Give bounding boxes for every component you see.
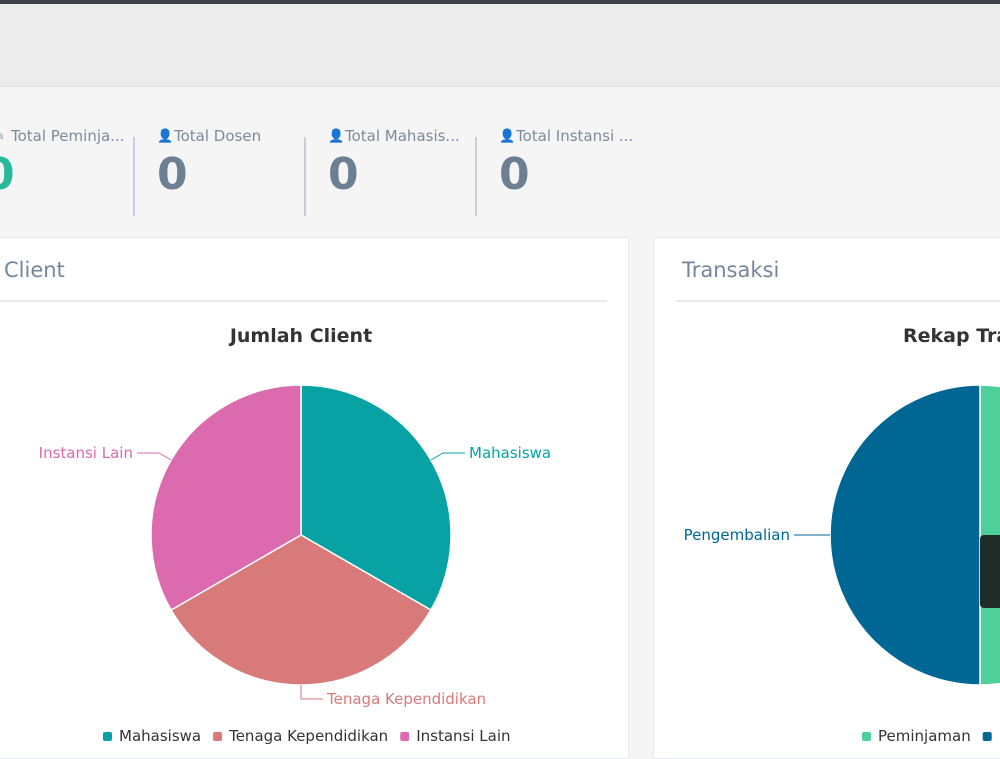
- slice-connector: [136, 452, 172, 461]
- legend-swatch: [400, 732, 410, 741]
- slice-label: Mahasiswa: [469, 444, 551, 462]
- transaksi-pie-chart: Rekap Tran PeminjamanPengembalianPeminja…: [684, 325, 1000, 745]
- legend-swatch: [103, 732, 112, 741]
- chart-tooltip: [980, 535, 1000, 608]
- slice-label: Pengembalian: [684, 526, 790, 544]
- legend-swatch: [213, 732, 223, 741]
- slice-label: Instansi Lain: [39, 444, 133, 462]
- chart-title: Jumlah Client: [228, 325, 372, 347]
- chart-title: Rekap Tran: [903, 325, 1000, 347]
- pie-slice-pengembalian[interactable]: [829, 384, 981, 686]
- slice-connector: [430, 452, 466, 461]
- legend-swatch: [982, 732, 992, 741]
- legend-swatch: [862, 732, 871, 741]
- charts-layer: Jumlah Client Mahasiswa Tenaga Kependidik…: [39, 325, 1000, 745]
- legend-item[interactable]: Instansi Lain: [416, 727, 510, 745]
- legend-item[interactable]: Peminjaman: [878, 727, 971, 745]
- legend-item[interactable]: Mahasiswa: [119, 727, 201, 745]
- slice-label: Tenaga Kependidikan: [326, 690, 486, 708]
- slice-connector: [300, 685, 323, 700]
- legend-item[interactable]: Tenaga Kependidikan: [228, 727, 388, 745]
- client-pie-chart: Jumlah Client Mahasiswa Tenaga Kependidik…: [39, 325, 551, 745]
